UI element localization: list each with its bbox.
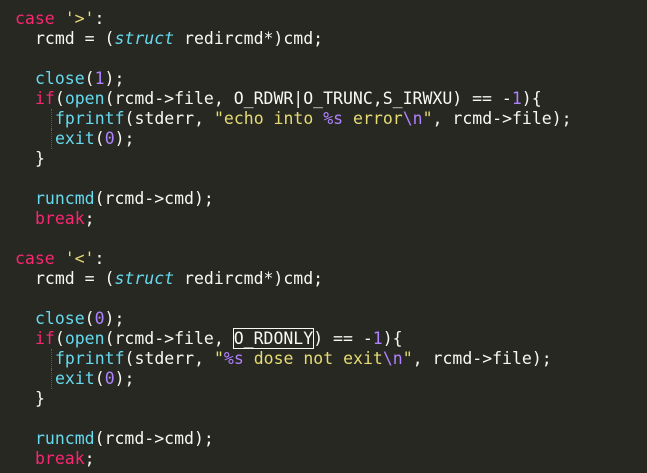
- code-token: 1: [94, 69, 105, 88]
- code-token: exit: [55, 369, 95, 388]
- code-token: runcmd: [35, 429, 95, 448]
- code-token: case: [15, 249, 55, 268]
- code-token: );: [114, 129, 135, 148]
- code-line[interactable]: rcmd = (struct redircmd*)cmd;: [35, 29, 323, 49]
- code-token: struct: [114, 269, 175, 288]
- code-line[interactable]: }: [35, 149, 45, 169]
- code-token: close: [35, 69, 85, 88]
- code-token: , rcmd->file);: [412, 349, 552, 368]
- code-token: redircmd*)cmd;: [174, 269, 324, 288]
- indent-guide: [51, 349, 52, 369]
- code-line[interactable]: runcmd(rcmd->cmd);: [35, 429, 214, 449]
- indent-guide: [51, 369, 52, 389]
- code-token: }: [35, 149, 45, 168]
- code-token: %s: [323, 109, 344, 128]
- code-token: open: [64, 89, 105, 108]
- code-token: break: [35, 209, 85, 228]
- code-token: 1: [372, 329, 383, 348]
- code-token: ": [213, 349, 224, 368]
- code-token: );: [114, 369, 135, 388]
- code-line[interactable]: }: [35, 389, 45, 409]
- code-token: if: [35, 329, 55, 348]
- code-token: dose not exit: [243, 349, 383, 368]
- code-token: (rcmd->cmd);: [94, 189, 214, 208]
- code-token: ) == -: [313, 329, 373, 348]
- code-token: exit: [55, 129, 95, 148]
- code-token: (: [94, 369, 105, 388]
- code-line[interactable]: close(1);: [35, 69, 124, 89]
- indent-guide: [51, 129, 52, 149]
- code-token: (: [54, 329, 65, 348]
- code-line[interactable]: fprintf(stderr, "%s dose not exit\n", rc…: [55, 349, 552, 369]
- code-token: close: [35, 309, 85, 328]
- code-token: \n: [402, 109, 423, 128]
- code-token: 1: [511, 89, 522, 108]
- indent-guide: [51, 109, 52, 129]
- code-token: '>': [64, 9, 95, 28]
- code-line[interactable]: if(open(rcmd->file, O_RDWR|O_TRUNC,S_IRW…: [35, 89, 542, 109]
- code-line[interactable]: exit(0);: [55, 369, 135, 389]
- code-token: ": [402, 349, 413, 368]
- code-token: (rcmd->file,: [104, 329, 234, 348]
- code-token: struct: [114, 29, 175, 48]
- code-token: ": [422, 109, 433, 128]
- code-token: fprintf: [55, 349, 125, 368]
- code-line[interactable]: break;: [35, 449, 95, 469]
- code-line[interactable]: break;: [35, 209, 95, 229]
- code-token: if: [35, 89, 55, 108]
- code-token: (: [84, 309, 95, 328]
- code-token: 0: [104, 129, 115, 148]
- code-token: }: [35, 389, 45, 408]
- code-token: );: [104, 309, 125, 328]
- code-token: (stderr,: [124, 109, 214, 128]
- code-token: :: [94, 249, 105, 268]
- code-token: 0: [94, 309, 105, 328]
- code-token: ;: [84, 209, 95, 228]
- code-token: rcmd = (: [35, 29, 115, 48]
- code-token: "echo into: [213, 109, 324, 128]
- code-token: error: [343, 109, 403, 128]
- code-token: \n: [382, 349, 403, 368]
- code-token: ){: [521, 89, 542, 108]
- code-token: runcmd: [35, 189, 95, 208]
- code-token: break: [35, 449, 85, 468]
- code-token: case: [15, 9, 55, 28]
- code-token: (: [54, 89, 65, 108]
- code-token: (: [84, 69, 95, 88]
- code-token: O_RDONLY: [232, 328, 315, 349]
- code-editor[interactable]: case '>': rcmd = (struct redircmd*)cmd; cl…: [0, 0, 647, 473]
- code-line[interactable]: rcmd = (struct redircmd*)cmd;: [35, 269, 323, 289]
- code-token: , rcmd->file);: [432, 109, 572, 128]
- code-token: fprintf: [55, 109, 125, 128]
- code-token: redircmd*)cmd;: [174, 29, 324, 48]
- code-token: ;: [84, 449, 95, 468]
- code-line[interactable]: exit(0);: [55, 129, 135, 149]
- code-token: );: [104, 69, 125, 88]
- code-token: :: [94, 9, 105, 28]
- code-token: %s: [223, 349, 244, 368]
- code-token: '<': [64, 249, 95, 268]
- code-line[interactable]: if(open(rcmd->file, O_RDONLY) == -1){: [35, 328, 403, 349]
- code-token: (: [94, 129, 105, 148]
- code-line[interactable]: close(0);: [35, 309, 124, 329]
- code-token: 0: [104, 369, 115, 388]
- code-line[interactable]: runcmd(rcmd->cmd);: [35, 189, 214, 209]
- code-token: (rcmd->cmd);: [94, 429, 214, 448]
- code-token: ){: [382, 329, 403, 348]
- code-line[interactable]: fprintf(stderr, "echo into %s error\n", …: [55, 109, 572, 129]
- code-line[interactable]: case '>':: [15, 9, 104, 29]
- code-token: (rcmd->file, O_RDWR|O_TRUNC,S_IRWXU) == …: [104, 89, 512, 108]
- code-token: rcmd = (: [35, 269, 115, 288]
- code-line[interactable]: case '<':: [15, 249, 104, 269]
- code-token: (stderr,: [124, 349, 214, 368]
- code-token: open: [64, 329, 105, 348]
